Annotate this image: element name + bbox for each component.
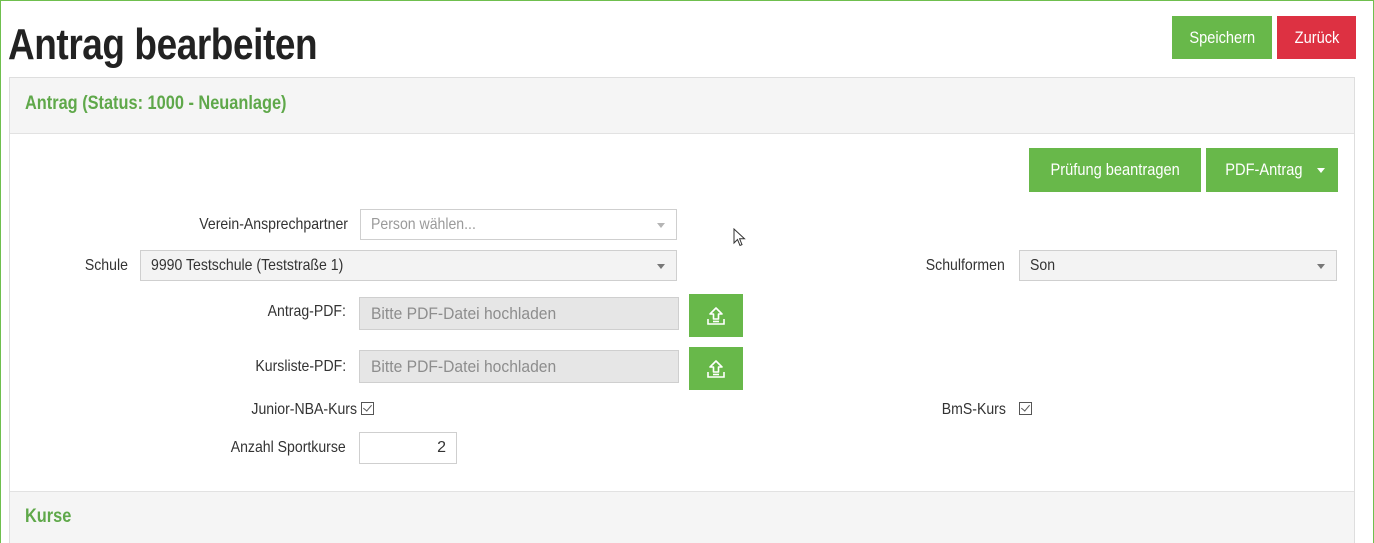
- kurse-section-heading: Kurse: [10, 491, 1354, 543]
- back-button[interactable]: Zurück: [1277, 16, 1356, 59]
- anzahl-sportkurse-label: Anzahl Sportkurse: [230, 439, 346, 456]
- back-button-label: Zurück: [1294, 27, 1339, 47]
- junior-nba-kurs-label: Junior-NBA-Kurs: [251, 401, 357, 418]
- antrag-panel-heading: Antrag (Status: 1000 - Neuanlage): [10, 78, 1354, 134]
- kursliste-pdf-upload-button[interactable]: [689, 347, 743, 390]
- bms-kurs-label: BmS-Kurs: [941, 401, 1006, 418]
- schulformen-value: Son: [1030, 256, 1056, 274]
- caret-down-icon: [657, 264, 665, 269]
- verein-ansprechpartner-select[interactable]: Person wählen...: [360, 209, 677, 240]
- kursliste-pdf-input[interactable]: Bitte PDF-Datei hochladen: [359, 350, 679, 383]
- kursliste-pdf-placeholder: Bitte PDF-Datei hochladen: [371, 356, 557, 376]
- schule-value: 9990 Testschule (Teststraße 1): [151, 256, 344, 274]
- verein-ansprechpartner-label: Verein-Ansprechpartner: [199, 216, 348, 233]
- upload-icon: [707, 359, 725, 378]
- antrag-pdf-upload-button[interactable]: [689, 294, 743, 337]
- antrag-panel: Antrag (Status: 1000 - Neuanlage) Prüfun…: [9, 77, 1355, 543]
- schule-select[interactable]: 9990 Testschule (Teststraße 1): [140, 250, 677, 281]
- mouse-pointer-icon: [733, 228, 746, 247]
- anzahl-sportkurse-input[interactable]: 2: [359, 432, 457, 464]
- save-button-label: Speichern: [1189, 27, 1255, 47]
- pdf-antrag-label: PDF-Antrag: [1225, 160, 1303, 179]
- pruefung-beantragen-button[interactable]: Prüfung beantragen: [1029, 148, 1201, 192]
- pruefung-beantragen-label: Prüfung beantragen: [1050, 160, 1180, 179]
- bms-kurs-checkbox[interactable]: [1019, 402, 1032, 415]
- junior-nba-kurs-checkbox[interactable]: [361, 402, 374, 415]
- schule-label: Schule: [84, 257, 128, 274]
- pdf-antrag-dropdown-button[interactable]: PDF-Antrag: [1206, 148, 1338, 192]
- save-button[interactable]: Speichern: [1172, 16, 1272, 59]
- verein-ansprechpartner-placeholder: Person wählen...: [371, 215, 476, 233]
- antrag-pdf-input[interactable]: Bitte PDF-Datei hochladen: [359, 297, 679, 330]
- schulformen-select[interactable]: Son: [1019, 250, 1337, 281]
- schulformen-label: Schulformen: [925, 257, 1005, 274]
- caret-down-icon: [657, 223, 665, 228]
- kursliste-pdf-label: Kursliste-PDF:: [255, 358, 346, 375]
- upload-icon: [707, 306, 725, 325]
- caret-down-icon: [1317, 264, 1325, 269]
- anzahl-sportkurse-value: 2: [437, 439, 446, 456]
- antrag-panel-title: Antrag (Status: 1000 - Neuanlage): [25, 93, 287, 114]
- antrag-pdf-label: Antrag-PDF:: [267, 303, 346, 320]
- kurse-section-title: Kurse: [25, 506, 72, 527]
- caret-down-icon: [1316, 167, 1325, 173]
- antrag-pdf-placeholder: Bitte PDF-Datei hochladen: [371, 303, 557, 323]
- page-title: Antrag bearbeiten: [8, 20, 318, 69]
